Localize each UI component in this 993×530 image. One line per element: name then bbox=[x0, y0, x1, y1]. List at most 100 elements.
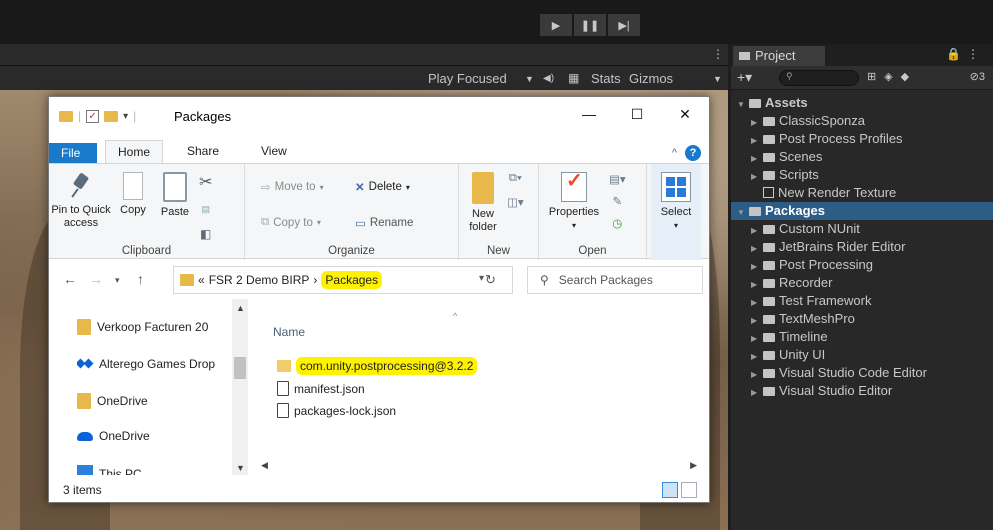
project-search-input[interactable]: ⚲ bbox=[779, 70, 859, 86]
tree-item[interactable]: ▶ Scenes bbox=[731, 148, 993, 166]
search-input[interactable]: ⚲ Search Packages bbox=[527, 266, 703, 294]
new-folder-button[interactable]: New folder bbox=[463, 172, 503, 234]
scroll-right-icon[interactable]: ▶ bbox=[690, 460, 697, 471]
tree-item[interactable]: ▶ JetBrains Rider Editor bbox=[731, 238, 993, 256]
tree-item[interactable]: ▼ Assets bbox=[731, 94, 993, 112]
maximize-button[interactable]: ☐ bbox=[613, 97, 661, 131]
details-view-icon[interactable] bbox=[662, 482, 678, 498]
tree-item[interactable]: ▶ Unity UI bbox=[731, 346, 993, 364]
tab-view[interactable]: View bbox=[249, 140, 299, 163]
scroll-thumb[interactable] bbox=[234, 357, 246, 379]
play-focused-dropdown[interactable]: Play Focused bbox=[428, 71, 507, 86]
pause-button[interactable]: ❚❚ bbox=[574, 14, 606, 36]
address-overflow[interactable]: « bbox=[198, 273, 205, 287]
nav-item-this-pc[interactable]: This PC bbox=[77, 465, 237, 475]
delete-label: Delete bbox=[368, 181, 402, 193]
nav-item-verkoop[interactable]: Verkoop Facturen 20 bbox=[77, 319, 237, 335]
tab-share[interactable]: Share bbox=[175, 140, 231, 163]
list-item[interactable]: packages-lock.json bbox=[277, 403, 396, 418]
refresh-icon[interactable]: ↻ bbox=[485, 272, 496, 288]
explorer-titlebar[interactable]: | ✓ ▾ | Packages — ☐ ✕ bbox=[49, 97, 709, 137]
tree-item[interactable]: ▼ Packages bbox=[731, 202, 993, 220]
new-group: New folder ⧉▾ ◫▾ New bbox=[459, 164, 539, 260]
pin-to-quick-access-button[interactable]: Pin to Quick access bbox=[51, 172, 111, 230]
gizmos-button[interactable]: Gizmos bbox=[629, 71, 673, 86]
scroll-up-icon[interactable]: ▲ bbox=[236, 303, 245, 313]
breadcrumb-separator[interactable]: › bbox=[313, 273, 317, 287]
close-button[interactable]: ✕ bbox=[661, 97, 709, 131]
rename-button[interactable]: ▭ Rename bbox=[355, 216, 413, 230]
tree-item[interactable]: ▶ Post Process Profiles bbox=[731, 130, 993, 148]
audio-mute-icon[interactable]: ◀) bbox=[543, 73, 554, 84]
properties-checkbox-icon[interactable]: ✓ bbox=[86, 109, 100, 123]
address-dropdown-icon[interactable]: ▾ bbox=[479, 273, 484, 284]
filter-icons[interactable]: ⊞◈◆ bbox=[867, 70, 917, 83]
large-icons-view-icon[interactable] bbox=[681, 482, 697, 498]
list-item[interactable]: com.unity.postprocessing@3.2.2 bbox=[277, 357, 478, 375]
create-plus-icon[interactable]: +▾ bbox=[737, 69, 752, 86]
tree-item[interactable]: ▶ Recorder bbox=[731, 274, 993, 292]
tree-item[interactable]: ▶ Post Processing bbox=[731, 256, 993, 274]
breadcrumb-parent[interactable]: FSR 2 Demo BIRP bbox=[209, 273, 310, 287]
project-tab[interactable]: Project bbox=[733, 46, 825, 66]
hidden-packages-count[interactable]: ⊘3 bbox=[970, 70, 985, 83]
collapsed-arrow-icon[interactable]: ▶ bbox=[751, 384, 763, 402]
nav-item-dropbox[interactable]: Alterego Games Drop bbox=[77, 357, 237, 371]
tree-item[interactable]: ▶ Visual Studio Editor bbox=[731, 382, 993, 400]
delete-button[interactable]: ✕ Delete ▾ bbox=[355, 180, 410, 194]
copy-to-button[interactable]: ⧉ Copy to ▾ bbox=[261, 216, 321, 229]
tree-item[interactable]: New Render Texture bbox=[731, 184, 993, 202]
copy-path-icon[interactable]: ▤ bbox=[201, 204, 210, 215]
new-folder-icon[interactable] bbox=[104, 110, 119, 122]
back-arrow-icon[interactable]: ← bbox=[63, 271, 77, 287]
tree-item[interactable]: ▶ Test Framework bbox=[731, 292, 993, 310]
column-header-name[interactable]: Name bbox=[273, 325, 305, 339]
up-arrow-icon[interactable]: ↑ bbox=[137, 271, 144, 287]
easy-access-icon[interactable]: ◫▾ bbox=[507, 195, 524, 209]
tree-item[interactable]: ▶ Timeline bbox=[731, 328, 993, 346]
new-item-icon[interactable]: ⧉▾ bbox=[509, 172, 522, 185]
help-icon[interactable]: ? bbox=[685, 145, 701, 161]
tree-item[interactable]: ▶ Visual Studio Code Editor bbox=[731, 364, 993, 382]
select-button[interactable]: Select ▾ bbox=[656, 172, 696, 232]
tree-item-label: New Render Texture bbox=[778, 185, 897, 200]
nav-scrollbar[interactable]: ▲ ▼ bbox=[232, 299, 248, 475]
move-to-button[interactable]: ⇨ Move to ▾ bbox=[261, 180, 324, 194]
tree-item[interactable]: ▶ Custom NUnit bbox=[731, 220, 993, 238]
tab-file[interactable]: File bbox=[49, 143, 97, 163]
step-button[interactable]: ▶| bbox=[608, 14, 640, 36]
customize-dropdown-icon[interactable]: ▾ bbox=[123, 111, 128, 122]
tree-item[interactable]: ▶ TextMeshPro bbox=[731, 310, 993, 328]
copy-button[interactable]: Copy bbox=[115, 172, 151, 217]
panel-lock-menu-icons[interactable]: 🔒⋮ bbox=[946, 47, 985, 61]
stats-button[interactable]: Stats bbox=[591, 71, 621, 86]
tree-item[interactable]: ▶ ClassicSponza bbox=[731, 112, 993, 130]
tree-item-label: Visual Studio Code Editor bbox=[779, 365, 927, 380]
list-item[interactable]: manifest.json bbox=[277, 381, 365, 396]
collapse-ribbon-icon[interactable]: ^ bbox=[672, 147, 677, 159]
forward-arrow-icon[interactable]: → bbox=[89, 271, 103, 287]
scroll-left-icon[interactable]: ◀ bbox=[261, 460, 268, 471]
paste-shortcut-icon[interactable]: ◧ bbox=[200, 227, 211, 241]
scroll-down-icon[interactable]: ▼ bbox=[236, 463, 245, 473]
tree-item[interactable]: ▶ Scripts bbox=[731, 166, 993, 184]
gizmos-dropdown-icon[interactable]: ▼ bbox=[713, 74, 722, 84]
minimize-button[interactable]: — bbox=[565, 97, 613, 131]
properties-button[interactable]: Properties ▾ bbox=[545, 172, 603, 232]
recent-locations-icon[interactable]: ▾ bbox=[115, 275, 120, 286]
address-box[interactable]: « FSR 2 Demo BIRP › Packages ▾ bbox=[173, 266, 513, 294]
play-button[interactable]: ▶ bbox=[540, 14, 572, 36]
paste-button[interactable]: Paste bbox=[155, 172, 195, 219]
history-icon[interactable]: ◷ bbox=[612, 216, 622, 230]
breadcrumb-current[interactable]: Packages bbox=[321, 271, 383, 289]
project-tabrow: Project 🔒⋮ bbox=[731, 44, 993, 66]
tab-home[interactable]: Home bbox=[105, 140, 164, 163]
nav-item-onedrive[interactable]: OneDrive bbox=[77, 429, 237, 443]
edit-icon[interactable]: ✎ bbox=[613, 194, 623, 208]
nav-item-onedrive-folder[interactable]: OneDrive bbox=[77, 393, 237, 409]
cut-icon[interactable]: ✂ bbox=[199, 172, 212, 192]
open-icon[interactable]: ▤▾ bbox=[609, 172, 626, 186]
game-view-menu-icon[interactable]: ⋮ bbox=[712, 47, 724, 61]
dropdown-arrow-icon[interactable]: ▼ bbox=[525, 74, 534, 84]
file-list-hscrollbar[interactable]: ◀ ▶ bbox=[259, 459, 703, 475]
